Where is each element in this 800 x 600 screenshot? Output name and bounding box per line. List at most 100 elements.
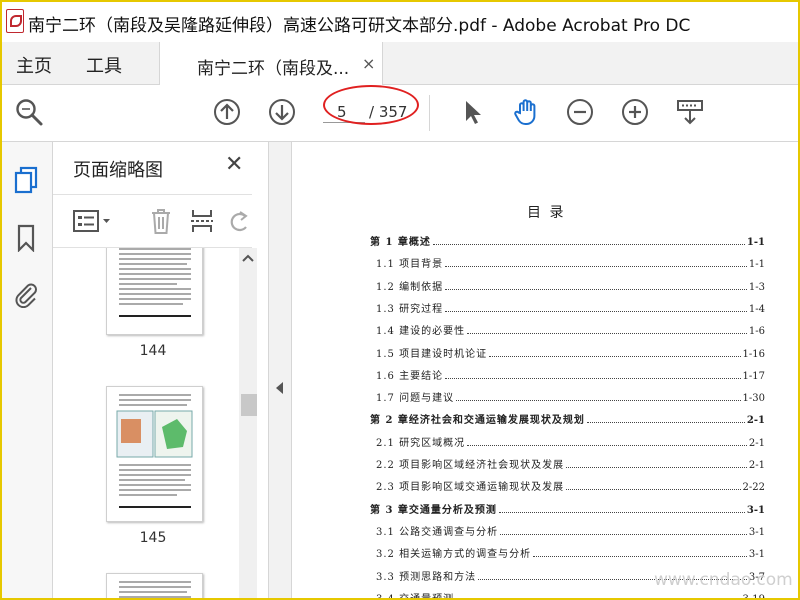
toc-entry-page: 3-1 <box>748 527 765 538</box>
toc-entry-title: 2.3 项目影响区域交通运输现状及发展 <box>376 482 565 493</box>
toc-heading: 目 录 <box>527 205 566 221</box>
toc-entry[interactable]: 第 1 章概述 1-1 <box>370 230 765 248</box>
toc-leader-dots <box>445 311 747 312</box>
toc-entry[interactable]: 1.7 问题与建议 1-30 <box>376 386 765 404</box>
toc-entry-title: 1.2 编制依据 <box>376 282 444 293</box>
toc-entry[interactable]: 第 3 章交通量分析及预测 3-1 <box>370 498 765 516</box>
toc-entry-page: 1-1 <box>748 259 765 270</box>
select-cursor-icon[interactable] <box>457 97 487 127</box>
previous-page-icon[interactable] <box>212 97 242 127</box>
search-zoom-icon[interactable] <box>14 97 44 127</box>
toc-entry-page: 2-1 <box>746 415 765 426</box>
panel-title: 页面缩略图 <box>73 160 163 181</box>
toc-entry-title: 3.1 公路交通调查与分析 <box>376 527 499 538</box>
panel-splitter[interactable] <box>269 142 292 598</box>
toc-entry-title: 3.3 预测思路和方法 <box>376 572 477 583</box>
toc-entry[interactable]: 3.2 相关运输方式的调查与分析 3-1 <box>376 542 765 560</box>
toolbar-divider <box>429 95 430 131</box>
toc-entry-page: 1-17 <box>742 371 765 382</box>
thumbnail-page-144[interactable] <box>106 248 203 335</box>
navigation-rail <box>2 142 53 598</box>
toc-leader-dots <box>432 244 745 245</box>
toc-entry-page: 2-22 <box>742 482 765 493</box>
toc-leader-dots <box>498 512 745 513</box>
toc-entry-title: 1.4 建设的必要性 <box>376 326 466 337</box>
thumbnails-panel: 页面缩略图 ✕ 144 145 <box>53 142 269 598</box>
thumbnail-page-146[interactable] <box>106 573 203 598</box>
scroll-up-icon[interactable] <box>242 254 254 262</box>
collapse-panel-icon[interactable] <box>276 382 283 394</box>
toc-leader-dots <box>533 556 747 557</box>
toc-entry[interactable]: 3.1 公路交通调查与分析 3-1 <box>376 520 765 538</box>
toc-leader-dots <box>489 356 741 357</box>
tab-tools[interactable]: 工具 <box>86 52 122 78</box>
page-thumbnails-icon[interactable] <box>13 166 39 194</box>
toc-entry-title: 第 1 章概述 <box>370 237 431 248</box>
annotation-highlight-circle <box>323 85 419 125</box>
toc-entry-page: 2-1 <box>748 438 765 449</box>
tab-bar: 主页 工具 南宁二环（南段及... × <box>2 42 798 85</box>
toc-entry[interactable]: 1.6 主要结论 1-17 <box>376 364 765 382</box>
thumbnail-page-number: 145 <box>139 530 167 546</box>
toc-leader-dots <box>500 534 747 535</box>
close-panel-icon[interactable]: ✕ <box>225 152 243 177</box>
toc-leader-dots <box>445 266 747 267</box>
toc-entry-page: 1-4 <box>748 304 765 315</box>
acrobat-logo-icon <box>6 9 24 33</box>
toc-entry-page: 3-1 <box>746 505 765 516</box>
options-menu-icon[interactable] <box>73 209 113 233</box>
toc-entry-title: 1.5 项目建设时机论证 <box>376 349 488 360</box>
toc-leader-dots <box>467 445 747 446</box>
attachments-icon[interactable] <box>13 280 39 308</box>
page-thumbnail-image <box>116 394 193 508</box>
toc-entry[interactable]: 1.3 研究过程 1-4 <box>376 297 765 315</box>
toc-entry[interactable]: 1.1 项目背景 1-1 <box>376 252 765 270</box>
toc-entry-title: 1.7 问题与建议 <box>376 393 455 404</box>
toc-entry-title: 2.1 研究区域概况 <box>376 438 466 449</box>
toc-entry[interactable]: 2.3 项目影响区域交通运输现状及发展 2-22 <box>376 475 765 493</box>
thumbnail-page-number: 144 <box>139 343 167 359</box>
delete-icon[interactable] <box>149 207 173 235</box>
insert-page-icon[interactable] <box>189 207 215 235</box>
zoom-in-icon[interactable] <box>620 97 650 127</box>
toc-entry-page: 3-19 <box>742 594 765 600</box>
tab-document-label: 南宁二环（南段及... <box>197 59 350 79</box>
toc-entry[interactable]: 1.4 建设的必要性 1-6 <box>376 319 765 337</box>
toc-entry[interactable]: 1.5 项目建设时机论证 1-16 <box>376 342 765 360</box>
bookmarks-icon[interactable] <box>13 224 39 252</box>
toc-entry[interactable]: 2.1 研究区域概况 2-1 <box>376 431 765 449</box>
toc-entry[interactable]: 1.2 编制依据 1-3 <box>376 275 765 293</box>
toc-leader-dots <box>467 333 747 334</box>
close-tab-icon[interactable]: × <box>362 54 375 73</box>
toc-entry-title: 第 3 章交通量分析及预测 <box>370 505 497 516</box>
tab-home[interactable]: 主页 <box>16 52 52 78</box>
site-watermark: www.cndao.com <box>654 570 793 590</box>
thumbnail-list: 144 145 <box>53 248 238 598</box>
toc-leader-dots <box>456 400 741 401</box>
tab-document[interactable]: 南宁二环（南段及... × <box>159 42 383 85</box>
toc-entry-page: 2-1 <box>748 460 765 471</box>
thumbnail-page-145[interactable] <box>106 386 203 522</box>
scrollbar-thumb[interactable] <box>241 394 257 416</box>
panel-toolbar <box>53 194 252 248</box>
toc-entry-page: 3-1 <box>748 549 765 560</box>
next-page-icon[interactable] <box>267 97 297 127</box>
zoom-out-icon[interactable] <box>565 97 595 127</box>
toc-entry[interactable]: 第 2 章经济社会和交通运输发展现状及规划 2-1 <box>370 408 765 426</box>
thumbnail-scrollbar[interactable] <box>239 248 257 598</box>
scroll-mode-icon[interactable] <box>675 97 705 127</box>
toc-entry[interactable]: 2.2 项目影响区域经济社会现状及发展 2-1 <box>376 453 765 471</box>
window-title: 南宁二环（南段及吴隆路延伸段）高速公路可研文本部分.pdf - Adobe Ac… <box>28 16 691 36</box>
toc-entry-page: 1-16 <box>742 349 765 360</box>
title-bar: 南宁二环（南段及吴隆路延伸段）高速公路可研文本部分.pdf - Adobe Ac… <box>2 2 798 42</box>
page-thumbnail-image <box>119 248 191 317</box>
toc-entry-title: 1.6 主要结论 <box>376 371 444 382</box>
toc-entry-page: 1-1 <box>746 237 765 248</box>
rotate-icon[interactable] <box>229 208 251 234</box>
toc-leader-dots <box>445 378 741 379</box>
document-view[interactable]: 目 录 第 1 章概述 1-1 1.1 项目背景 1-1 1.2 编制依据 1-3 1.3 … <box>292 142 798 598</box>
hand-tool-icon[interactable] <box>512 97 542 127</box>
page-thumbnail-image <box>119 581 191 598</box>
toc-leader-dots <box>445 289 747 290</box>
toc-entry-title: 第 2 章经济社会和交通运输发展现状及规划 <box>370 415 585 426</box>
